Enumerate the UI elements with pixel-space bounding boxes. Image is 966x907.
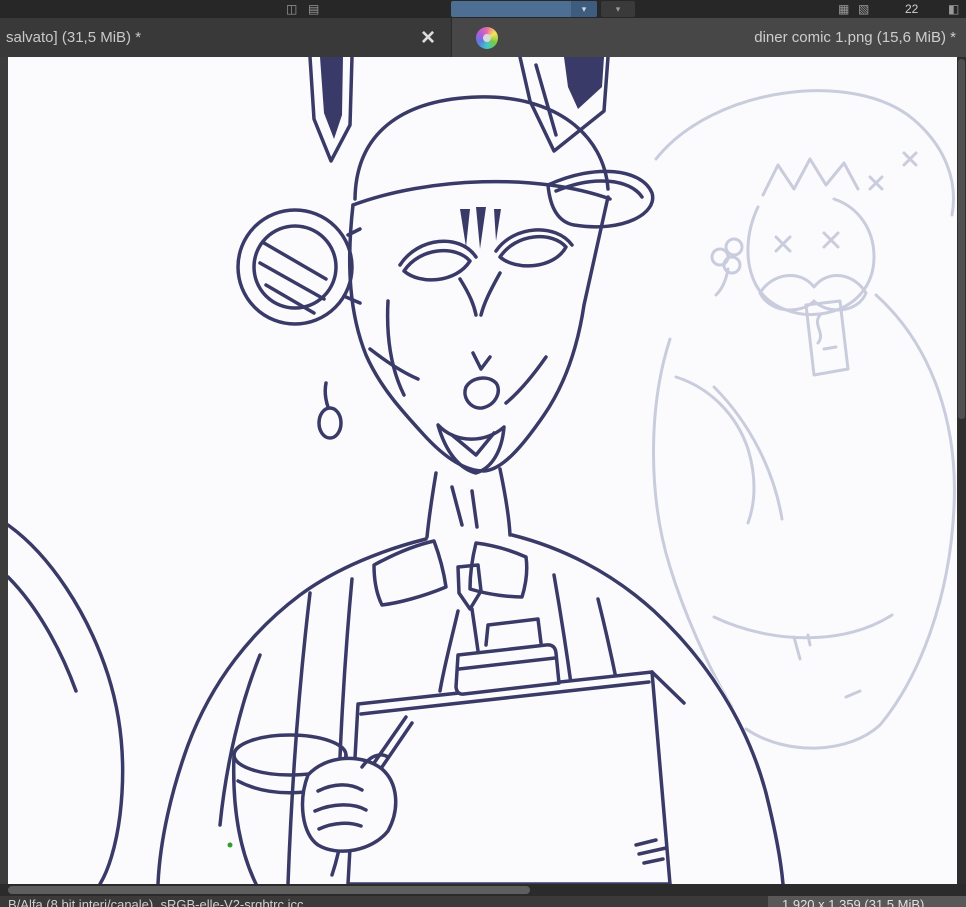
close-icon[interactable]: × xyxy=(413,25,443,49)
image-dimensions[interactable]: 1.920 x 1.359 (31,5 MiB) xyxy=(768,896,966,907)
canvas-area xyxy=(0,57,966,884)
corner-icon[interactable]: ◧ xyxy=(948,1,959,17)
small-dropdown[interactable]: ▾ xyxy=(601,1,635,17)
artwork xyxy=(8,57,956,884)
swatch-icon[interactable]: ▧ xyxy=(858,1,869,17)
chevron-down-icon[interactable]: ▾ xyxy=(571,1,597,17)
grid-icon[interactable]: ◫ xyxy=(286,1,297,17)
brush-icon[interactable]: ▦ xyxy=(838,1,849,17)
tool-dropdown-selected[interactable]: ▾ xyxy=(451,1,597,17)
tab-label: salvato] (31,5 MiB) * xyxy=(6,29,142,46)
status-bar: B/Alfa (8 bit interi/canale) sRGB-elle-V… xyxy=(0,896,966,907)
toolbar: ◫ ▤ ▾ ▾ ▦ ▧ 22 ◧ xyxy=(0,0,966,18)
color-profile-info: B/Alfa (8 bit interi/canale) sRGB-elle-V… xyxy=(8,897,304,907)
color-wheel-icon xyxy=(476,26,498,49)
canvas-left-gutter xyxy=(0,57,8,884)
horizontal-scrollbar[interactable] xyxy=(0,884,966,896)
vertical-scrollbar-thumb[interactable] xyxy=(958,59,965,419)
cursor-dot xyxy=(227,842,233,848)
tab-document-diner-comic[interactable]: diner comic 1.png (15,6 MiB) * xyxy=(452,18,966,57)
panel-icon[interactable]: ▤ xyxy=(308,1,319,17)
canvas[interactable] xyxy=(8,57,957,884)
vertical-scrollbar[interactable] xyxy=(957,57,966,884)
toolbar-value[interactable]: 22 xyxy=(905,1,918,17)
tab-document-saved[interactable]: salvato] (31,5 MiB) * × xyxy=(0,18,452,57)
document-tabbar: salvato] (31,5 MiB) * × diner comic 1.pn… xyxy=(0,18,966,57)
horizontal-scrollbar-thumb[interactable] xyxy=(8,886,530,894)
tab-label: diner comic 1.png (15,6 MiB) * xyxy=(754,29,956,46)
